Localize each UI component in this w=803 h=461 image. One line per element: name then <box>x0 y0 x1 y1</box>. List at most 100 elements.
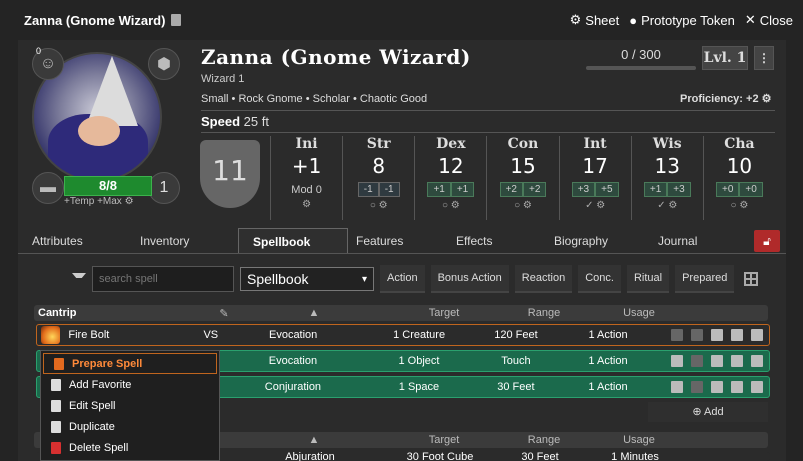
trash-icon[interactable] <box>751 355 764 367</box>
gear-icon[interactable]: ⚙ <box>668 200 677 211</box>
tab-journal[interactable]: Journal <box>646 228 726 253</box>
window-titlebar: Zanna (Gnome Wizard) ⚙ Sheet ● Prototype T… <box>10 8 793 32</box>
stat-save[interactable]: +2 <box>522 182 547 197</box>
trash-icon[interactable] <box>751 329 763 341</box>
filter-reaction[interactable]: Reaction <box>514 265 573 293</box>
stat-wis[interactable]: Wis 13 +1 +3 ✓ ⚙ <box>630 136 703 220</box>
hit-dice-button[interactable]: 1 <box>148 172 180 204</box>
stat-mod[interactable]: +1 <box>643 182 668 197</box>
stat-mod[interactable]: +1 <box>427 182 451 197</box>
copy-icon[interactable] <box>731 381 744 393</box>
proficiency-circle-icon[interactable]: ○ <box>514 200 520 211</box>
spell-list-select[interactable]: Spellbook ▾ <box>240 267 374 291</box>
book-icon[interactable] <box>671 381 684 393</box>
stat-int[interactable]: Int 17 +3 +5 ✓ ⚙ <box>558 136 631 220</box>
fire-bolt-icon[interactable] <box>41 326 61 344</box>
close-icon: ✕ <box>744 12 756 27</box>
stat-mod[interactable]: +2 <box>499 182 523 197</box>
stat-str[interactable]: Str 8 -1 -1 ○ ⚙ <box>342 136 414 220</box>
hp-temp-max[interactable]: +Temp +Max ⚙ <box>64 196 134 207</box>
filter-prepared[interactable]: Prepared <box>675 265 735 293</box>
spell-filter-bar: Spellbook▾ Action Bonus Action Reaction … <box>72 265 772 293</box>
gear-icon: ⚙ <box>569 12 582 27</box>
stat-save[interactable]: +1 <box>450 182 475 197</box>
stat-mod[interactable]: -1 <box>357 182 379 197</box>
rest-button[interactable]: ▬ <box>32 172 64 204</box>
book-icon[interactable] <box>671 355 684 367</box>
tab-effects[interactable]: Effects <box>444 228 540 253</box>
proficiency-circle-icon[interactable]: ○ <box>370 200 376 211</box>
copy-icon[interactable] <box>731 355 744 367</box>
bookmark-icon[interactable] <box>691 381 704 393</box>
hp-bar[interactable]: 8/8 <box>64 176 152 196</box>
level-badge[interactable]: Lvl. 1 <box>702 46 748 70</box>
dice-button[interactable]: ⬢ <box>148 48 180 80</box>
filter-concentration[interactable]: Conc. <box>578 265 621 293</box>
copy-icon <box>51 420 61 433</box>
stat-save[interactable]: +3 <box>667 182 691 197</box>
gear-icon[interactable]: ⚙ <box>762 93 772 105</box>
stat-mod[interactable]: +3 <box>571 182 596 197</box>
tab-features[interactable]: Features <box>348 228 444 253</box>
tab-attributes[interactable]: Attributes <box>18 228 124 253</box>
unlock-icon: 🔓︎ <box>763 234 771 248</box>
tab-biography[interactable]: Biography <box>540 228 646 253</box>
menu-prepare-spell[interactable]: Prepare Spell <box>43 353 217 374</box>
stat-cha[interactable]: Cha 10 +0 +0 ○ ⚙ <box>702 136 775 220</box>
edit-icon[interactable] <box>711 329 723 341</box>
add-spell-button[interactable]: ⊕ Add <box>648 402 768 422</box>
prototype-token-button[interactable]: ● Prototype Token <box>629 13 735 28</box>
unlock-button[interactable]: 🔓︎ <box>754 230 780 252</box>
gear-icon[interactable]: ⚙ <box>271 199 342 210</box>
armor-class-shield[interactable]: 11 <box>200 140 260 208</box>
xp-display[interactable]: 0 / 300 <box>586 47 696 70</box>
edit-icon[interactable] <box>711 381 724 393</box>
book-icon[interactable] <box>671 329 683 341</box>
spell-name[interactable]: Fire Bolt <box>60 329 186 341</box>
edit-icon[interactable] <box>711 355 724 367</box>
filter-action[interactable]: Action <box>380 265 425 293</box>
stat-save[interactable]: +0 <box>739 182 763 197</box>
gear-icon[interactable]: ⚙ <box>523 200 532 211</box>
speed: Speed 25 ft <box>201 114 269 129</box>
bookmark-icon[interactable] <box>691 355 704 367</box>
search-input[interactable] <box>92 266 234 292</box>
proficiency-check-icon[interactable]: ✓ <box>585 200 593 211</box>
gear-icon[interactable]: ⚙ <box>379 200 388 211</box>
menu-duplicate[interactable]: Duplicate <box>41 416 219 437</box>
stat-save[interactable]: +5 <box>595 182 619 197</box>
sheet-button[interactable]: ⚙ Sheet <box>570 12 620 28</box>
stat-dex[interactable]: Dex 12 +1 +1 ○ ⚙ <box>414 136 486 220</box>
filter-icon[interactable] <box>72 273 86 285</box>
stat-con[interactable]: Con 15 +2 +2 ○ ⚙ <box>486 136 558 220</box>
proficiency-circle-icon[interactable]: ○ <box>442 200 448 211</box>
close-button[interactable]: ✕ Close <box>745 12 793 28</box>
window-title: Zanna (Gnome Wizard) <box>24 12 166 28</box>
vertical-dots-icon: ⋮ <box>758 51 770 65</box>
stat-mod[interactable]: +0 <box>716 182 740 197</box>
proficiency-check-icon[interactable]: ✓ <box>657 200 665 211</box>
grid-view-icon[interactable] <box>744 272 759 286</box>
filter-bonus-action[interactable]: Bonus Action <box>430 265 509 293</box>
trash-icon[interactable] <box>751 381 764 393</box>
book-icon <box>54 357 64 370</box>
bookmark-icon[interactable] <box>691 329 703 341</box>
proficiency-circle-icon[interactable]: ○ <box>731 200 737 211</box>
stat-ini[interactable]: Ini +1 Mod 0 ⚙ <box>270 136 342 220</box>
gear-icon[interactable]: ⚙ <box>596 200 605 211</box>
school-col-icon: ▲ <box>308 307 320 319</box>
menu-add-favorite[interactable]: Add Favorite <box>41 374 219 395</box>
copy-icon[interactable] <box>731 329 743 341</box>
gear-icon[interactable]: ⚙ <box>739 200 748 211</box>
gear-icon[interactable]: ⚙ <box>451 200 460 211</box>
menu-edit-spell[interactable]: Edit Spell <box>41 395 219 416</box>
stat-save[interactable]: -1 <box>378 182 400 197</box>
filter-ritual[interactable]: Ritual <box>626 265 670 293</box>
menu-delete-spell[interactable]: Delete Spell <box>41 437 219 458</box>
section-header-cantrip: Cantrip ✎ ▲ Target Range Usage <box>34 305 768 321</box>
tab-spellbook[interactable]: Spellbook <box>238 228 348 253</box>
tab-inventory[interactable]: Inventory <box>124 228 238 253</box>
spell-row-fire-bolt[interactable]: Fire Bolt VS Evocation 1 Creature 120 Fe… <box>36 324 770 346</box>
more-menu-button[interactable]: ⋮ <box>754 46 774 70</box>
document-icon[interactable] <box>171 14 182 26</box>
